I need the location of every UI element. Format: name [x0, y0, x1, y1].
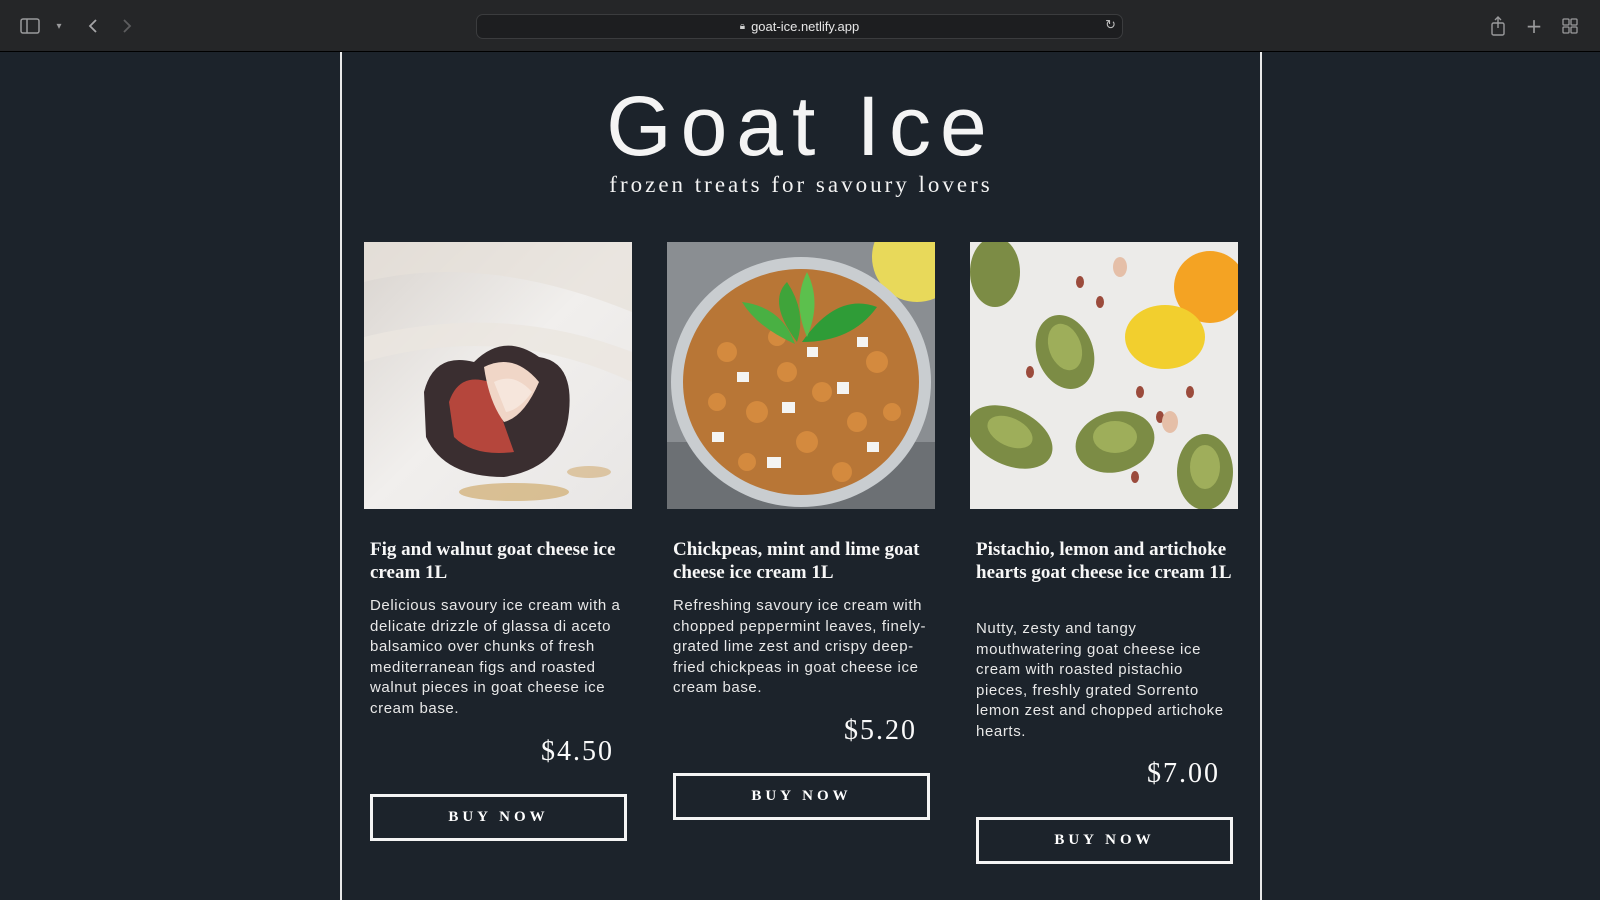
product-price: $4.50 [541, 736, 614, 767]
product-description: Refreshing savoury ice cream with choppe… [673, 597, 927, 696]
tab-overview-icon[interactable] [1557, 13, 1583, 39]
buy-now-button[interactable]: BUY NOW [976, 817, 1233, 864]
reload-icon[interactable]: ↻ [1105, 18, 1116, 33]
buy-now-button[interactable]: BUY NOW [673, 773, 930, 820]
product-name: Chickpeas, mint and lime goat cheese ice… [673, 539, 920, 583]
new-tab-icon[interactable]: + [1521, 13, 1547, 39]
chickpea-salad-image [667, 242, 935, 509]
buy-now-button[interactable]: BUY NOW [370, 794, 627, 841]
product-price: $5.20 [844, 715, 917, 746]
site-title: Goat Ice [606, 79, 996, 173]
product-card: Pistachio, lemon and artichoke hearts go… [970, 242, 1238, 864]
chevron-down-icon[interactable]: ▾ [46, 13, 72, 39]
product-card: Fig and walnut goat cheese ice cream 1L … [364, 242, 632, 841]
address-bar[interactable]: 🔒︎ goat-ice.netlify.app ↻ [476, 14, 1123, 39]
lock-icon: 🔒︎ [739, 21, 746, 32]
product-card: Chickpeas, mint and lime goat cheese ice… [667, 242, 935, 820]
product-price: $7.00 [1147, 758, 1220, 789]
address-text: goat-ice.netlify.app [751, 19, 860, 34]
page-frame: Goat Ice frozen treats for savoury lover… [340, 52, 1262, 900]
forward-arrow-icon[interactable] [114, 13, 140, 39]
product-name: Fig and walnut goat cheese ice cream 1L [370, 539, 616, 583]
product-description: Nutty, zesty and tangy mouthwatering goa… [976, 620, 1224, 740]
back-arrow-icon[interactable] [80, 13, 106, 39]
product-name: Pistachio, lemon and artichoke hearts go… [976, 539, 1232, 583]
sidebar-toggle-icon[interactable] [17, 13, 43, 39]
site-tagline: frozen treats for savoury lovers [609, 172, 993, 197]
browser-toolbar: ▾ 🔒︎ goat-ice.netlify.app ↻ + [0, 0, 1600, 52]
fig-image [364, 242, 632, 509]
product-description: Delicious savoury ice cream with a delic… [370, 597, 621, 717]
share-icon[interactable] [1485, 13, 1511, 39]
artichoke-lemon-image [970, 242, 1238, 509]
